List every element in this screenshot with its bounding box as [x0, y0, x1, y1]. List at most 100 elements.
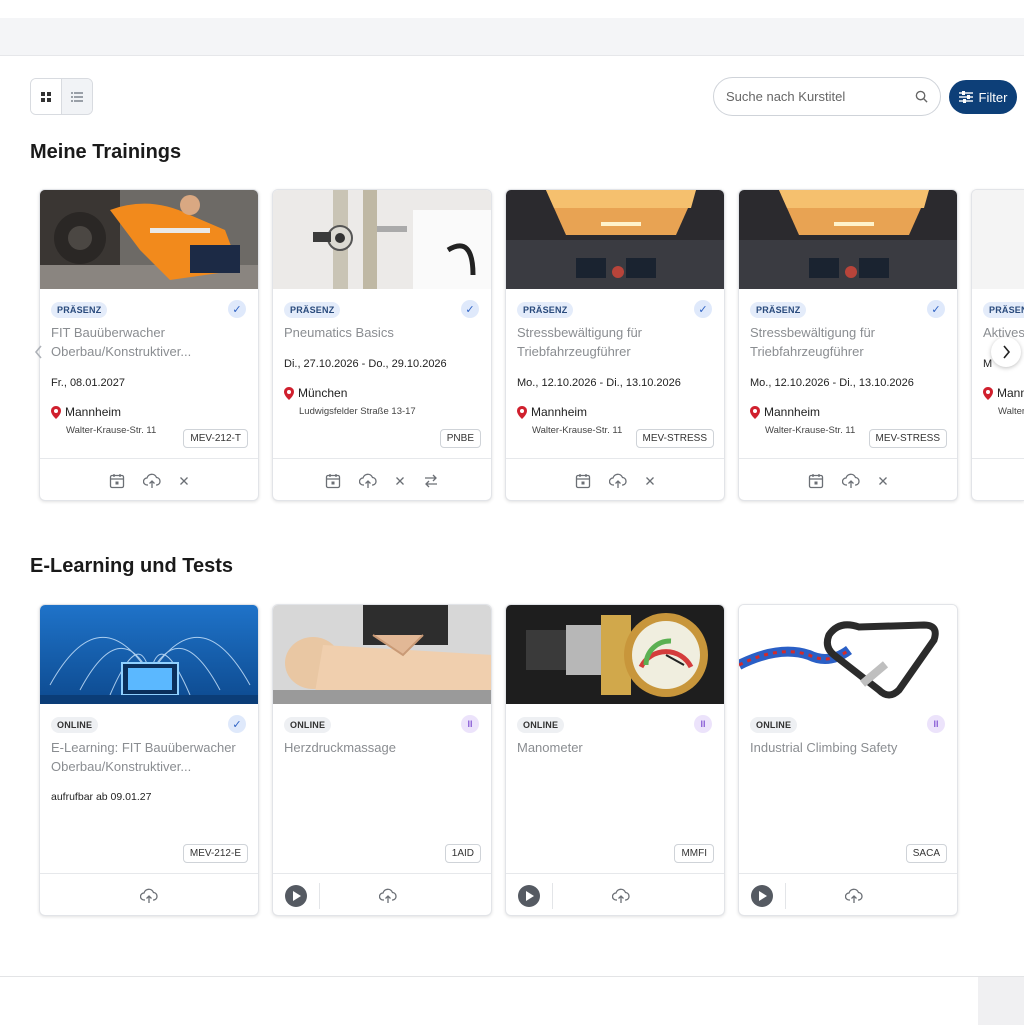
type-badge: PRÄSEN	[983, 302, 1024, 318]
map-pin-icon	[284, 386, 294, 400]
cloud-upload-icon[interactable]	[140, 888, 158, 904]
course-location: Mann	[983, 386, 1024, 400]
course-image	[739, 605, 957, 704]
cloud-upload-icon[interactable]	[611, 888, 630, 904]
footer-bar	[0, 976, 1024, 1025]
check-icon: ✓	[228, 300, 246, 318]
course-image	[40, 190, 258, 289]
close-icon[interactable]	[179, 476, 189, 486]
close-icon[interactable]	[395, 476, 405, 486]
course-image	[972, 190, 1024, 289]
course-code: SACA	[905, 844, 947, 863]
section-title-elearning: E-Learning und Tests	[30, 555, 233, 577]
card-actions	[739, 873, 957, 915]
carousel-prev-button[interactable]	[24, 337, 54, 367]
course-title[interactable]: Herzdruckmassage	[284, 738, 479, 757]
close-icon[interactable]	[878, 476, 888, 486]
check-icon: ✓	[461, 300, 479, 318]
course-code: MEV-STRESS	[868, 429, 947, 448]
type-badge: ONLINE	[51, 717, 99, 733]
swap-icon[interactable]	[423, 473, 439, 489]
filter-button[interactable]: Filter	[949, 80, 1017, 114]
elearning-card[interactable]: ONLINE II Industrial Climbing Safety SAC…	[738, 604, 958, 916]
type-badge: ONLINE	[517, 717, 565, 733]
course-title[interactable]: Stressbewältigung für Triebfahrzeugführe…	[517, 323, 712, 361]
carousel-next-button[interactable]	[991, 337, 1021, 367]
elearning-card[interactable]: ONLINE ✓ E-Learning: FIT Bauüberwacher O…	[39, 604, 259, 916]
location-address: Walter-Krause-Str. 11	[66, 425, 157, 436]
card-actions	[273, 458, 491, 500]
pause-icon: II	[694, 715, 712, 733]
play-button[interactable]	[518, 884, 540, 907]
location-city: Mannheim	[65, 405, 122, 419]
search-icon[interactable]	[915, 90, 928, 103]
training-card[interactable]: PRÄSENZ ✓ Pneumatics Basics Di., 27.10.2…	[272, 189, 492, 501]
play-icon	[758, 890, 767, 901]
elearning-card[interactable]: ONLINE II Manometer MMFI	[505, 604, 725, 916]
list-icon	[71, 91, 83, 102]
cloud-upload-icon[interactable]	[842, 473, 860, 489]
elearning-card[interactable]: ONLINE II Herzdruckmassage 1AID	[272, 604, 492, 916]
calendar-icon[interactable]	[575, 473, 591, 489]
location-city: Mannheim	[531, 405, 588, 419]
training-card[interactable]: PRÄSENZ ✓ FIT Bauüberwacher Oberbau/Kons…	[39, 189, 259, 501]
calendar-icon[interactable]	[808, 473, 824, 489]
check-icon: ✓	[694, 300, 712, 318]
card-actions	[739, 458, 957, 500]
training-card[interactable]: PRÄSENZ ✓ Stressbewältigung für Triebfah…	[505, 189, 725, 501]
course-title[interactable]: FIT Bauüberwacher Oberbau/Konstruktiver.…	[51, 323, 246, 361]
card-actions	[40, 458, 258, 500]
type-badge: PRÄSENZ	[750, 302, 807, 318]
check-icon: ✓	[927, 300, 945, 318]
card-actions	[40, 873, 258, 915]
course-title[interactable]: Stressbewältigung für Triebfahrzeugführe…	[750, 323, 945, 361]
course-code: PNBE	[439, 429, 481, 448]
course-code: MEV-212-E	[182, 844, 248, 863]
course-image	[506, 605, 724, 704]
card-actions	[972, 458, 1024, 500]
type-badge: PRÄSENZ	[517, 302, 574, 318]
cloud-upload-icon[interactable]	[844, 888, 863, 904]
cloud-upload-icon[interactable]	[359, 473, 377, 489]
card-actions	[506, 458, 724, 500]
type-badge: PRÄSENZ	[51, 302, 108, 318]
calendar-icon[interactable]	[325, 473, 341, 489]
training-card[interactable]: PRÄSENZ ✓ Stressbewältigung für Triebfah…	[738, 189, 958, 501]
section-title-trainings: Meine Trainings	[30, 141, 182, 163]
course-date: Di., 27.10.2026 - Do., 29.10.2026	[284, 358, 447, 370]
cloud-upload-icon[interactable]	[609, 473, 627, 489]
close-icon[interactable]	[645, 476, 655, 486]
course-code: 1AID	[444, 844, 481, 863]
location-city: München	[298, 386, 348, 400]
play-button[interactable]	[751, 884, 773, 907]
play-icon	[292, 890, 301, 901]
chevron-right-icon	[1003, 345, 1011, 359]
type-badge: ONLINE	[284, 717, 332, 733]
grid-icon	[41, 91, 51, 102]
cloud-upload-icon[interactable]	[378, 888, 397, 904]
course-title[interactable]: Manometer	[517, 738, 712, 757]
search-input[interactable]	[726, 89, 915, 104]
pause-icon: II	[461, 715, 479, 733]
list-view-button[interactable]	[61, 79, 92, 114]
location-address: Ludwigsfelder Straße 13-17	[299, 406, 416, 417]
course-image	[40, 605, 258, 704]
course-date: Mo., 12.10.2026 - Di., 13.10.2026	[517, 377, 681, 389]
pause-icon: II	[927, 715, 945, 733]
search-box	[713, 77, 941, 116]
calendar-icon[interactable]	[109, 473, 125, 489]
card-actions	[273, 873, 491, 915]
play-icon	[525, 890, 534, 901]
top-bar	[0, 0, 1024, 18]
course-title[interactable]: E-Learning: FIT Bauüberwacher Oberbau/Ko…	[51, 738, 246, 776]
course-location: Mannheim	[750, 405, 820, 419]
grid-view-button[interactable]	[31, 79, 61, 114]
course-location: München	[284, 386, 347, 400]
type-badge: PRÄSENZ	[284, 302, 341, 318]
cloud-upload-icon[interactable]	[143, 473, 161, 489]
course-date: Mo., 12.10.2026 - Di., 13.10.2026	[750, 377, 914, 389]
play-button[interactable]	[285, 884, 307, 907]
course-image	[739, 190, 957, 289]
course-title[interactable]: Pneumatics Basics	[284, 323, 479, 342]
course-title[interactable]: Industrial Climbing Safety	[750, 738, 945, 757]
